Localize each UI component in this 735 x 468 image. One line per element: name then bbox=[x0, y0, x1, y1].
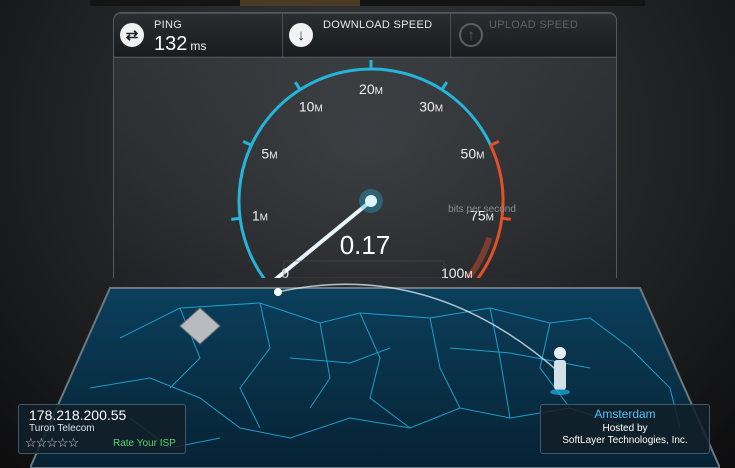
gauge-tick-label: 20M bbox=[359, 81, 383, 97]
gauge-tick bbox=[501, 216, 511, 221]
rate-isp-link[interactable]: Rate Your ISP bbox=[113, 438, 176, 449]
isp-rating-stars[interactable]: ☆☆☆☆☆ bbox=[25, 435, 79, 451]
ping-label: PING bbox=[154, 19, 183, 31]
gauge-tick-label: 50M bbox=[461, 146, 485, 162]
gauge-tick bbox=[440, 81, 449, 91]
origin-dot bbox=[274, 288, 282, 296]
gauge-tick-label: 10M bbox=[299, 99, 323, 115]
server-host: SoftLayer Technologies, Inc. bbox=[562, 435, 688, 446]
gauge-tick bbox=[231, 216, 241, 221]
gauge-tick-label: 100M bbox=[441, 265, 473, 278]
server-info-panel: Amsterdam Hosted by SoftLayer Technologi… bbox=[540, 404, 710, 454]
gauge-tick bbox=[242, 140, 253, 147]
units-label: bits per second bbox=[448, 204, 516, 215]
gauge-tick-label: 1M bbox=[252, 208, 268, 224]
hosted-by-label: Hosted by bbox=[602, 423, 648, 434]
upload-label: UPLOAD SPEED bbox=[489, 19, 579, 31]
results-header: ⇄ PING 132 ms ↓ DOWNLOAD SPEED ↑ UPLOAD S… bbox=[113, 12, 617, 58]
client-isp: Turon Telecom bbox=[29, 423, 95, 434]
current-speed-value: 0.17 bbox=[339, 230, 391, 260]
gauge-tick bbox=[489, 140, 500, 147]
client-ip: 178.218.200.55 bbox=[29, 407, 127, 423]
gauge-needle-hub bbox=[365, 195, 377, 207]
gauge-tick bbox=[293, 81, 302, 91]
top-strip bbox=[90, 0, 645, 6]
ping-value: 132 bbox=[154, 33, 188, 55]
upload-result: ↑ UPLOAD SPEED bbox=[450, 13, 617, 57]
ping-result: ⇄ PING 132 ms bbox=[114, 13, 282, 57]
server-city[interactable]: Amsterdam bbox=[541, 407, 709, 421]
gauge-tick-label: 30M bbox=[419, 99, 443, 115]
ping-value-wrap: 132 ms bbox=[154, 33, 206, 56]
ping-icon: ⇄ bbox=[120, 23, 144, 47]
ping-unit: ms bbox=[190, 39, 207, 53]
download-arrow-icon: ↓ bbox=[289, 23, 313, 47]
download-result: ↓ DOWNLOAD SPEED bbox=[282, 13, 451, 57]
upload-arrow-icon: ↑ bbox=[459, 23, 483, 47]
gauge-tick-label: 5M bbox=[261, 146, 277, 162]
client-info-panel: 178.218.200.55 Turon Telecom ☆☆☆☆☆ Rate … bbox=[18, 404, 186, 454]
download-label: DOWNLOAD SPEED bbox=[323, 19, 433, 31]
banner-art bbox=[240, 0, 360, 6]
